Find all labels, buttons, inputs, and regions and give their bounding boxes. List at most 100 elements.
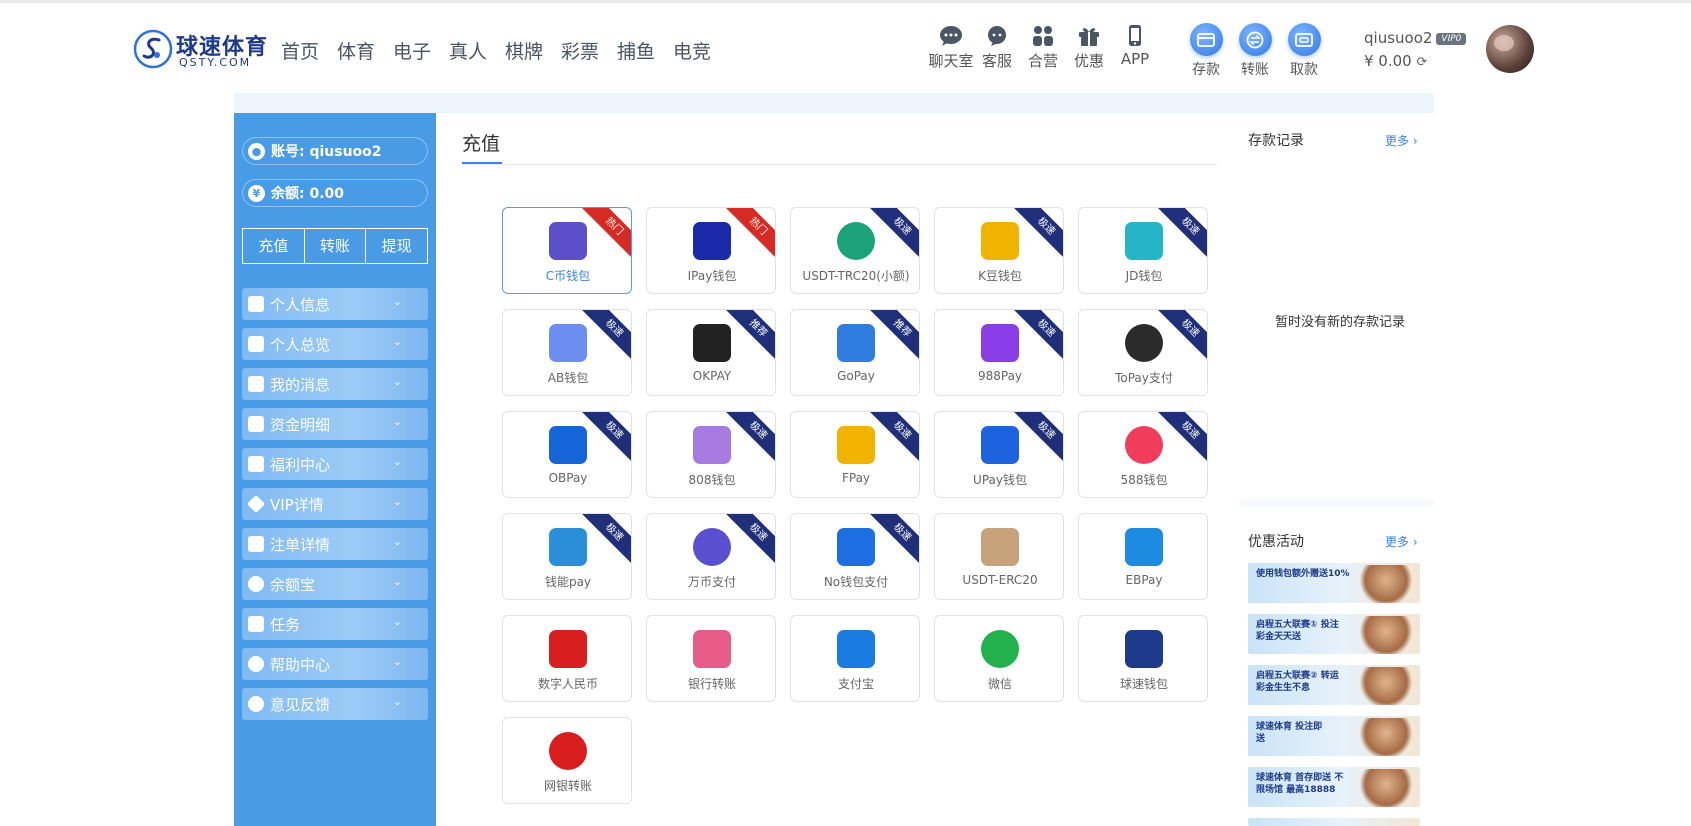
- payment-method-card[interactable]: UPay钱包 极速: [934, 411, 1064, 498]
- payment-method-card[interactable]: 万币支付 极速: [646, 513, 776, 600]
- withdraw-button[interactable]: 取款: [1285, 23, 1323, 79]
- refresh-icon[interactable]: ⟳: [1417, 55, 1428, 70]
- badge-ribbon: 推荐: [869, 310, 919, 362]
- sidebar-item-help[interactable]: 帮助中心 ⌄: [242, 648, 428, 680]
- sidebar-item-welfare[interactable]: 福利中心 ⌄: [242, 448, 428, 480]
- chevron-down-icon: ⌄: [392, 295, 402, 308]
- sidebar: ● 账号: qiusuoo2 ¥ 余额: 0.00 充值 转账 提现 个人信息 ⌄…: [234, 113, 436, 826]
- payment-method-label: No钱包支付: [823, 575, 889, 589]
- support-button[interactable]: 客服: [974, 25, 1020, 77]
- nav-live[interactable]: 真人: [449, 37, 505, 64]
- payment-method-card[interactable]: 银行转账: [646, 615, 776, 702]
- partner-button[interactable]: 合营: [1020, 25, 1066, 77]
- payment-method-card[interactable]: GoPay 推荐: [790, 309, 920, 396]
- sidebar-item-label: 资金明细: [270, 415, 331, 434]
- payment-method-card[interactable]: 988Pay 极速: [934, 309, 1064, 396]
- promo-text: 启程五大联赛② 转运彩金生生不息: [1256, 671, 1339, 693]
- payment-method-card[interactable]: No钱包支付 极速: [790, 513, 920, 600]
- nav-cards[interactable]: 棋牌: [505, 37, 561, 64]
- payment-method-card[interactable]: 数字人民币: [502, 615, 632, 702]
- promo-banner[interactable]: 球速体育 投注即送: [1248, 716, 1420, 756]
- sidebar-item-tasks[interactable]: 任务 ⌄: [242, 608, 428, 640]
- payment-method-label: K豆钱包: [978, 269, 1022, 283]
- tool-label: 客服: [981, 52, 1012, 70]
- payment-method-card[interactable]: 钱能pay 极速: [502, 513, 632, 600]
- vip-badge: VIP0: [1436, 33, 1467, 45]
- diamond-icon: [246, 494, 266, 514]
- transfer-button[interactable]: 转账: [1236, 23, 1274, 79]
- upay-icon: [981, 426, 1019, 464]
- promotions-more-link[interactable]: 更多 ›: [1385, 533, 1418, 550]
- payment-method-card[interactable]: USDT-ERC20: [934, 513, 1064, 600]
- payment-method-card[interactable]: OKPAY 推荐: [646, 309, 776, 396]
- payment-method-label: USDT-ERC20: [962, 573, 1038, 587]
- chat-room-button[interactable]: 聊天室: [928, 25, 974, 77]
- sidebar-item-profile[interactable]: 个人信息 ⌄: [242, 288, 428, 320]
- nav-sports[interactable]: 体育: [337, 37, 393, 64]
- payment-method-card[interactable]: IPay钱包 热门: [646, 207, 776, 294]
- recharge-button[interactable]: 充值: [243, 229, 305, 263]
- payment-method-card[interactable]: K豆钱包 极速: [934, 207, 1064, 294]
- payment-method-card[interactable]: OBPay 极速: [502, 411, 632, 498]
- payment-method-card[interactable]: 808钱包 极速: [646, 411, 776, 498]
- payment-method-label: USDT-TRC20(小额): [802, 269, 910, 283]
- payment-method-card[interactable]: 球速钱包: [1078, 615, 1208, 702]
- promo-button[interactable]: 优惠: [1066, 25, 1112, 77]
- sidebar-item-vip[interactable]: VIP详情 ⌄: [242, 488, 428, 520]
- payment-method-label: 银行转账: [687, 677, 736, 691]
- payment-method-card[interactable]: EBPay: [1078, 513, 1208, 600]
- payment-method-card[interactable]: 支付宝: [790, 615, 920, 702]
- payment-method-label: 网银转账: [543, 779, 592, 793]
- payment-method-card[interactable]: ToPay支付 极速: [1078, 309, 1208, 396]
- sidebar-item-label: 我的消息: [270, 375, 331, 394]
- deposit-more-link[interactable]: 更多 ›: [1385, 132, 1418, 149]
- badge-ribbon: 热门: [581, 208, 631, 260]
- account-label: 账号: qiusuoo2: [271, 144, 382, 160]
- payment-method-card[interactable]: 网银转账: [502, 717, 632, 804]
- transfer-side-button[interactable]: 转账: [305, 229, 367, 263]
- deposit-button[interactable]: 存款: [1187, 23, 1225, 79]
- payment-method-card[interactable]: C币钱包 热门: [502, 207, 632, 294]
- payment-method-label: 588钱包: [1120, 473, 1168, 487]
- money-bag-icon: [248, 576, 264, 592]
- promo-banner-partial[interactable]: [1248, 818, 1420, 826]
- promo-banner[interactable]: 使用钱包额外赠送10%: [1248, 563, 1420, 603]
- badge-ribbon: 极速: [869, 514, 919, 566]
- clipboard-icon: [248, 536, 264, 552]
- nav-lottery[interactable]: 彩票: [561, 37, 617, 64]
- payment-method-card[interactable]: JD钱包 极速: [1078, 207, 1208, 294]
- page-title: 充值: [462, 133, 501, 155]
- payment-method-card[interactable]: USDT-TRC20(小额) 极速: [790, 207, 920, 294]
- sidebar-item-overview[interactable]: 个人总览 ⌄: [242, 328, 428, 360]
- promo-banner[interactable]: 启程五大联赛② 转运彩金生生不息: [1248, 665, 1420, 705]
- payment-method-card[interactable]: 588钱包 极速: [1078, 411, 1208, 498]
- sidebar-item-funds[interactable]: 资金明细 ⌄: [242, 408, 428, 440]
- header: 球速体育 QSTY.COM 首页 体育 电子 真人 棋牌 彩票 捕鱼 电竞 聊天…: [0, 3, 1691, 88]
- promo-figure: [1356, 616, 1416, 654]
- payment-method-card[interactable]: FPay 极速: [790, 411, 920, 498]
- jd-icon: [1125, 222, 1163, 260]
- avatar[interactable]: [1486, 25, 1534, 73]
- site-logo[interactable]: 球速体育 QSTY.COM: [133, 29, 268, 73]
- balance-value: ¥ 0.00: [1364, 52, 1412, 70]
- payment-method-card[interactable]: AB钱包 极速: [502, 309, 632, 396]
- ipay-icon: [693, 222, 731, 260]
- nav-home[interactable]: 首页: [281, 37, 337, 64]
- nav-slots[interactable]: 电子: [393, 37, 449, 64]
- app-button[interactable]: APP: [1112, 25, 1158, 77]
- payment-method-card[interactable]: 微信: [934, 615, 1064, 702]
- logo-mark-icon: [133, 29, 173, 69]
- promo-banner[interactable]: 球速体育 首存即送 不限场馆 最高18888: [1248, 767, 1420, 807]
- withdraw-side-button[interactable]: 提现: [366, 229, 427, 263]
- promo-banner[interactable]: 启程五大联赛① 投注彩金天天送: [1248, 614, 1420, 654]
- sidebar-item-yuebao[interactable]: 余额宝 ⌄: [242, 568, 428, 600]
- c-coin-icon: [549, 222, 587, 260]
- nav-esports[interactable]: 电竞: [673, 37, 729, 64]
- badge-ribbon: 极速: [869, 412, 919, 464]
- sidebar-item-feedback[interactable]: 意见反馈 ⌄: [242, 688, 428, 720]
- sidebar-menu: 个人信息 ⌄ 个人总览 ⌄ 我的消息 ⌄ 资金明细 ⌄ 福利中心 ⌄ VIP详情 ⌄ 注单详…: [242, 288, 428, 728]
- chevron-down-icon: ⌄: [392, 615, 402, 628]
- nav-fishing[interactable]: 捕鱼: [617, 37, 673, 64]
- sidebar-item-messages[interactable]: 我的消息 ⌄: [242, 368, 428, 400]
- sidebar-item-bets[interactable]: 注单详情 ⌄: [242, 528, 428, 560]
